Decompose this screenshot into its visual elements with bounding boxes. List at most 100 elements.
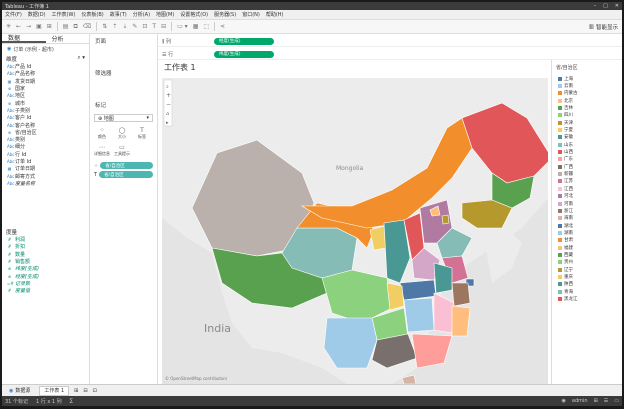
legend-item[interactable]: 四川 bbox=[552, 112, 622, 119]
legend-item[interactable]: 吉林 bbox=[552, 104, 622, 111]
field-item[interactable]: Abc 子类别 bbox=[2, 107, 89, 114]
menu-format[interactable]: 设置格式(O) bbox=[180, 11, 208, 18]
duplicate-icon[interactable]: ⧉ bbox=[73, 23, 77, 31]
maximize-icon[interactable]: □ bbox=[603, 3, 608, 9]
menu-dashboard[interactable]: 仪表板(B) bbox=[81, 11, 103, 18]
pages-drop-area[interactable] bbox=[90, 48, 157, 66]
field-item[interactable]: Abc 行 Id bbox=[2, 151, 89, 158]
new-story-icon[interactable]: ⊡ bbox=[93, 388, 97, 394]
field-item[interactable]: # 利润 bbox=[2, 236, 89, 243]
field-item[interactable]: ⊕ 城市 bbox=[2, 99, 89, 107]
field-item[interactable]: Abc 客户名称 bbox=[2, 121, 89, 129]
map-search-icon[interactable]: ⌕ bbox=[166, 84, 169, 90]
menu-analysis[interactable]: 分析(A) bbox=[133, 11, 150, 18]
menu-worksheet[interactable]: 工作表(W) bbox=[52, 11, 76, 18]
field-item[interactable]: ⊕ 经度(生成) bbox=[2, 273, 89, 280]
menu-map[interactable]: 地图(M) bbox=[156, 11, 174, 18]
province-shape[interactable] bbox=[323, 317, 378, 369]
menu-window[interactable]: 窗口(N) bbox=[242, 11, 260, 18]
field-item[interactable]: Abc 细分 bbox=[2, 143, 89, 150]
marks-pill-color[interactable]: ⁘ 省/自治区 bbox=[94, 162, 153, 169]
legend-item[interactable]: 湖北 bbox=[552, 222, 622, 229]
legend-item[interactable]: 西藏 bbox=[552, 251, 622, 258]
save-icon[interactable]: ▣ bbox=[36, 23, 42, 30]
tab-sheet-1[interactable]: 工作表 1 bbox=[39, 385, 70, 396]
legend-item[interactable]: 内蒙古 bbox=[552, 90, 622, 97]
smart-show-button[interactable]: ▥ 智能显示 bbox=[589, 23, 618, 31]
legend-item[interactable]: 广西 bbox=[552, 163, 622, 170]
fit-select[interactable]: ▭ ▾ bbox=[177, 23, 188, 30]
new-datasource-icon[interactable]: ⊞ bbox=[47, 23, 52, 30]
sort-desc-icon[interactable]: ⇣ bbox=[122, 23, 127, 30]
latitude-pill[interactable]: 纬度(生成) bbox=[214, 50, 274, 58]
field-item[interactable]: ▦ 订单日期 bbox=[2, 165, 89, 172]
field-item[interactable]: ⊕ 纬度(生成) bbox=[2, 265, 89, 272]
show-cards-icon[interactable]: ▦ bbox=[193, 23, 199, 30]
close-icon[interactable]: ✕ bbox=[615, 3, 619, 9]
datasource-item[interactable]: ◉ 订单 (示例 - 超市) bbox=[2, 44, 89, 54]
legend-item[interactable]: 河北 bbox=[552, 193, 622, 200]
legend-item[interactable]: 黑龙江 bbox=[552, 295, 622, 302]
menu-data[interactable]: 数据(D) bbox=[28, 11, 46, 18]
field-item[interactable]: # 度量值 bbox=[2, 287, 89, 294]
legend-item[interactable]: 湖南 bbox=[552, 229, 622, 236]
pan-icon[interactable]: ⌂ bbox=[166, 111, 169, 117]
tab-datasource[interactable]: ◉ 数据源 bbox=[5, 386, 34, 396]
field-item[interactable]: Abc 订单 Id bbox=[2, 158, 89, 165]
new-worksheet-icon[interactable]: ⊞ bbox=[74, 388, 78, 394]
province-shape[interactable] bbox=[441, 214, 450, 225]
tooltip-button[interactable]: ▭ 工具提示 bbox=[113, 143, 131, 158]
clear-icon[interactable]: ⌫ bbox=[83, 23, 91, 30]
legend-item[interactable]: 云南 bbox=[552, 82, 622, 89]
rows-shelf[interactable]: ☰ 行 纬度(生成) bbox=[158, 49, 622, 60]
field-item[interactable]: Abc 客户 Id bbox=[2, 114, 89, 121]
legend-item[interactable]: 江西 bbox=[552, 185, 622, 192]
legend-item[interactable]: 上海 bbox=[552, 75, 622, 82]
field-item[interactable]: Abc 产品名称 bbox=[2, 70, 89, 77]
label-icon[interactable]: T bbox=[152, 23, 156, 30]
legend-item[interactable]: 新疆 bbox=[552, 170, 622, 177]
search-icon[interactable]: ⌕ ▾ bbox=[77, 55, 85, 62]
back-icon[interactable]: ← bbox=[16, 23, 21, 30]
color-button[interactable]: ⁘ 颜色 bbox=[93, 126, 111, 141]
label-button[interactable]: T 标签 bbox=[133, 126, 151, 141]
field-item[interactable]: # 销售额 bbox=[2, 258, 89, 265]
zoom-out-icon[interactable]: − bbox=[166, 101, 171, 108]
size-button[interactable]: ◯ 大小 bbox=[113, 126, 131, 141]
sort-asc-icon[interactable]: ⇡ bbox=[112, 23, 117, 30]
detail-button[interactable]: ⋯ 详细信息 bbox=[93, 143, 111, 158]
highlight-icon[interactable]: ✎ bbox=[132, 23, 137, 30]
field-item[interactable]: Abc 产品 Id bbox=[2, 63, 89, 70]
longitude-pill[interactable]: 经度(生成) bbox=[214, 37, 274, 45]
field-item[interactable]: Abc 度量名称 bbox=[2, 180, 89, 187]
province-shape[interactable] bbox=[451, 282, 471, 307]
legend-item[interactable]: 天津 bbox=[552, 119, 622, 126]
legend-item[interactable]: 辽宁 bbox=[552, 266, 622, 273]
filters-drop-area[interactable] bbox=[90, 80, 157, 98]
menu-file[interactable]: 文件(F) bbox=[5, 11, 22, 18]
legend-item[interactable]: 安徽 bbox=[552, 134, 622, 141]
menu-help[interactable]: 帮助(H) bbox=[266, 11, 284, 18]
legend-item[interactable]: 河南 bbox=[552, 200, 622, 207]
legend-item[interactable]: 广东 bbox=[552, 156, 622, 163]
field-item[interactable]: ⊕ 国家 bbox=[2, 85, 89, 92]
field-item[interactable]: ⊕ 省/自治区 bbox=[2, 129, 89, 136]
new-sheet-icon[interactable]: ▤ bbox=[63, 23, 69, 30]
forward-icon[interactable]: → bbox=[26, 23, 31, 30]
legend-item[interactable]: 贵州 bbox=[552, 259, 622, 266]
legend-item[interactable]: 山西 bbox=[552, 148, 622, 155]
province-shape[interactable] bbox=[451, 305, 471, 337]
sheet-title[interactable]: 工作表 1 bbox=[158, 60, 551, 74]
legend-item[interactable]: 浙江 bbox=[552, 207, 622, 214]
tab-analysis[interactable]: 分析 bbox=[46, 34, 90, 43]
legend-item[interactable]: 北京 bbox=[552, 97, 622, 104]
new-dashboard-icon[interactable]: ⊟ bbox=[83, 388, 87, 394]
menu-server[interactable]: 服务器(S) bbox=[214, 11, 236, 18]
legend-item[interactable]: 江苏 bbox=[552, 178, 622, 185]
legend-item[interactable]: 重庆 bbox=[552, 273, 622, 280]
field-item[interactable]: Abc 类别 bbox=[2, 136, 89, 143]
filmstrip-icon[interactable]: ▭ bbox=[614, 398, 619, 404]
list-view-icon[interactable]: ☰ bbox=[604, 398, 608, 404]
filters-card[interactable]: 筛选器 bbox=[90, 66, 157, 80]
columns-shelf[interactable]: ⫼ 列 经度(生成) bbox=[158, 36, 622, 47]
